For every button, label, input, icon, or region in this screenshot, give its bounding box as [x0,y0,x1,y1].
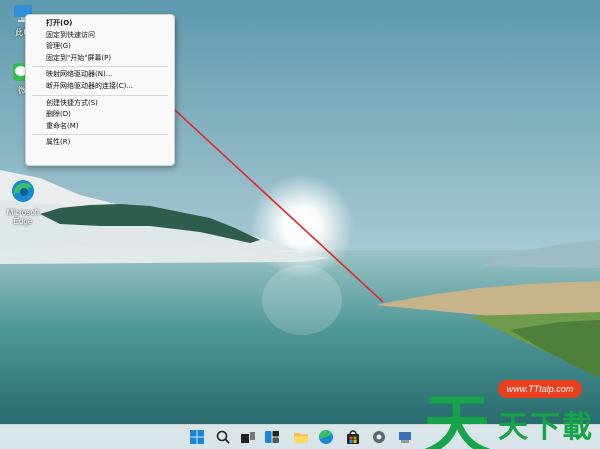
menu-item-delete[interactable]: 删除(D) [26,109,174,121]
menu-item-properties[interactable]: 属性(R) [26,137,174,149]
menu-item-disconnect-network-drive[interactable]: 断开网络驱动器的连接(C)... [26,81,174,93]
desktop-icon-edge[interactable]: Microsoft Edge [3,178,43,226]
menu-separator [32,134,168,136]
edge-icon [12,180,34,202]
edge-icon[interactable] [318,429,334,445]
store-icon[interactable] [345,429,361,445]
task-view-icon[interactable] [240,429,256,445]
menu-item-rename[interactable]: 重命名(M) [26,121,174,133]
context-menu: 打开(O) 固定到快速访问 管理(G) 固定到"开始"屏幕(P) 映射网络驱动器… [25,14,175,166]
watermark-char: 天 [424,387,490,449]
menu-separator [32,94,168,96]
menu-item-map-network-drive[interactable]: 映射网络驱动器(N)... [26,69,174,81]
menu-item-pin-quick-access[interactable]: 固定到快速访问 [26,30,174,42]
menu-separator [32,66,168,68]
watermark-char: 下 [530,410,560,445]
desktop: 此电 微 Microsoft Edge 打开(O) 固定到快速访问 管理(G) … [0,0,600,449]
watermark-char: 天 [498,410,528,445]
desktop-icon-label: Microsoft Edge [6,208,40,226]
windows-start-icon[interactable] [189,429,205,445]
menu-item-create-shortcut[interactable]: 创建快捷方式(S) [26,98,174,110]
network-drive-icon[interactable] [397,429,413,445]
watermark: 天 www.TTtalp.com 天 下 載 [420,376,600,449]
menu-item-manage[interactable]: 管理(G) [26,41,174,53]
menu-item-pin-start[interactable]: 固定到"开始"屏幕(P) [26,53,174,65]
widgets-icon[interactable] [264,429,280,445]
menu-item-open[interactable]: 打开(O) [26,18,174,30]
watermark-char: 載 [562,410,592,445]
settings-icon[interactable] [371,429,387,445]
watermark-url-badge: www.TTtalp.com [498,380,582,398]
file-explorer-icon[interactable] [293,429,309,445]
search-icon[interactable] [215,429,231,445]
